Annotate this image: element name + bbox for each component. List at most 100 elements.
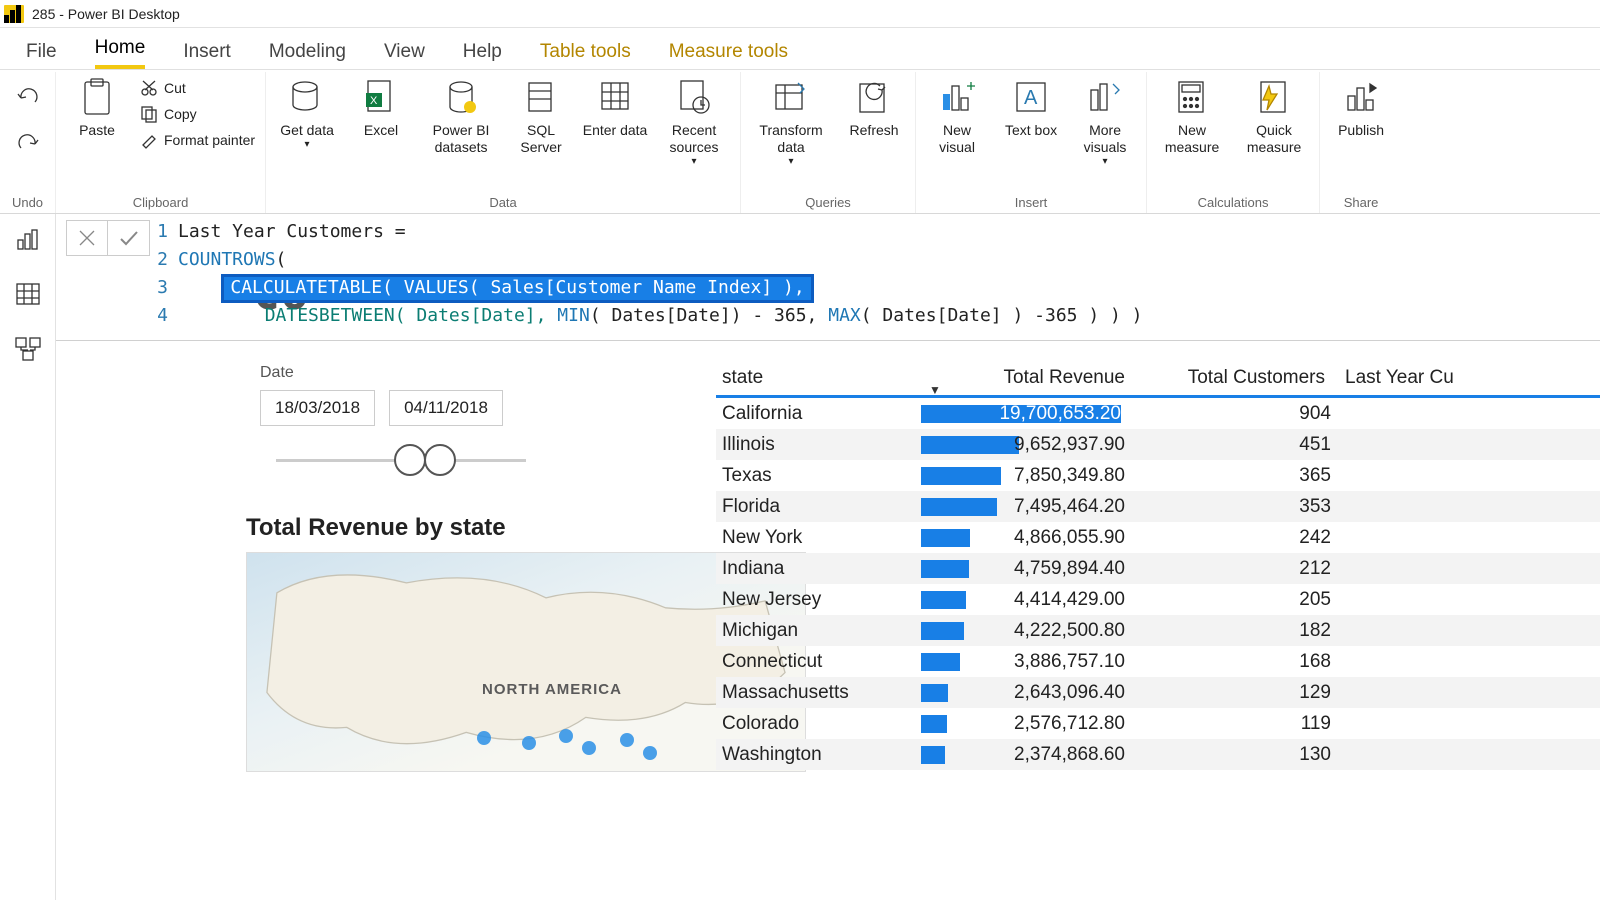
sql-server-button[interactable]: SQL Server [508, 78, 574, 156]
table-row[interactable]: Illinois9,652,937.90451 [716, 429, 1600, 460]
slider-thumb-from[interactable] [394, 444, 426, 476]
table-row[interactable]: Indiana4,759,894.40212 [716, 553, 1600, 584]
tab-file[interactable]: File [26, 41, 57, 69]
redo-icon[interactable] [15, 134, 41, 156]
map-bubble[interactable] [477, 731, 491, 745]
recent-sources-button[interactable]: Recent sources▾ [656, 78, 732, 168]
tab-table-tools[interactable]: Table tools [540, 41, 631, 69]
format-painter-label: Format painter [164, 132, 255, 148]
tab-measure-tools[interactable]: Measure tools [669, 41, 788, 69]
slider-thumb-to[interactable] [424, 444, 456, 476]
formula-line-1: Last Year Customers = [178, 218, 406, 246]
new-measure-button[interactable]: New measure [1155, 78, 1229, 156]
more-visuals-button[interactable]: More visuals▾ [1072, 78, 1138, 168]
cell-state: Illinois [716, 434, 921, 456]
refresh-button[interactable]: Refresh [841, 78, 907, 139]
undo-label: Undo [12, 195, 43, 213]
tab-insert[interactable]: Insert [183, 41, 231, 69]
formula-max: MAX [828, 305, 861, 326]
cell-state: Texas [716, 465, 921, 487]
table-row[interactable]: Massachusetts2,643,096.40129 [716, 677, 1600, 708]
database-icon [288, 79, 326, 117]
model-view-icon[interactable] [14, 336, 42, 362]
grid-icon [598, 79, 632, 117]
tab-help[interactable]: Help [463, 41, 502, 69]
chart-plus-icon [939, 80, 975, 116]
map-bubble[interactable] [582, 741, 596, 755]
revenue-bar [921, 591, 966, 609]
format-painter-button[interactable]: Format painter [138, 130, 257, 150]
cell-customers: 365 [1131, 465, 1331, 487]
new-visual-label: New visual [924, 122, 990, 156]
cell-state: Michigan [716, 620, 921, 642]
revenue-bar [921, 436, 1019, 454]
tab-view[interactable]: View [384, 41, 425, 69]
tab-home[interactable]: Home [95, 37, 146, 69]
col-revenue[interactable]: Total Revenue ▼ [921, 364, 1131, 395]
table-row[interactable]: Texas7,850,349.80365 [716, 460, 1600, 491]
tab-modeling[interactable]: Modeling [269, 41, 346, 69]
more-visuals-icon [1087, 80, 1123, 116]
cell-revenue: 19,700,653.20 [921, 403, 1131, 425]
col-last-year[interactable]: Last Year Cu [1331, 364, 1600, 395]
brush-icon [140, 131, 158, 149]
table-row[interactable]: California19,700,653.20904 [716, 398, 1600, 429]
date-from-input[interactable]: 18/03/2018 [260, 390, 375, 426]
revenue-table[interactable]: state Total Revenue ▼ Total Customers Las… [716, 364, 1600, 770]
paste-button[interactable]: Paste [64, 78, 130, 139]
quick-measure-button[interactable]: Quick measure [1237, 78, 1311, 156]
table-row[interactable]: Washington2,374,868.60130 [716, 739, 1600, 770]
publish-button[interactable]: Publish [1328, 78, 1394, 139]
cell-customers: 353 [1131, 496, 1331, 518]
table-row[interactable]: Connecticut3,886,757.10168 [716, 646, 1600, 677]
cell-customers: 205 [1131, 589, 1331, 611]
cell-revenue: 7,850,349.80 [921, 465, 1131, 487]
table-row[interactable]: New York4,866,055.90242 [716, 522, 1600, 553]
transform-data-button[interactable]: Transform data▾ [749, 78, 833, 168]
group-data-label: Data [489, 195, 516, 213]
revenue-bar [921, 498, 997, 516]
date-to-input[interactable]: 04/11/2018 [389, 390, 503, 426]
col-revenue-label: Total Revenue [1004, 367, 1125, 388]
new-visual-button[interactable]: New visual [924, 78, 990, 156]
table-row[interactable]: New Jersey4,414,429.00205 [716, 584, 1600, 615]
text-box-button[interactable]: AText box [998, 78, 1064, 139]
table-row[interactable]: Florida7,495,464.20353 [716, 491, 1600, 522]
excel-label: Excel [364, 122, 398, 139]
col-customers[interactable]: Total Customers [1131, 364, 1331, 395]
enter-data-button[interactable]: Enter data [582, 78, 648, 139]
sort-desc-icon: ▼ [929, 383, 941, 397]
data-view-icon[interactable] [15, 282, 41, 306]
map-bubble[interactable] [522, 736, 536, 750]
quick-measure-label: Quick measure [1237, 122, 1311, 156]
table-row[interactable]: Colorado2,576,712.80119 [716, 708, 1600, 739]
excel-button[interactable]: XExcel [348, 78, 414, 139]
revenue-bar [921, 467, 1001, 485]
new-measure-label: New measure [1155, 122, 1229, 156]
formula-editor[interactable]: Co 1Last Year Customers = 2COUNTROWS( 3 … [156, 214, 1600, 340]
ribbon: Undo Paste Cut Copy Format painter Clipb… [0, 70, 1600, 214]
copy-label: Copy [164, 106, 197, 122]
revenue-bar [921, 653, 960, 671]
map-bubble[interactable] [559, 729, 573, 743]
sql-label: SQL Server [508, 122, 574, 156]
map-bubble[interactable] [643, 746, 657, 760]
formula-highlight: CALCULATETABLE( VALUES( Sales[Customer N… [221, 274, 813, 303]
get-data-button[interactable]: Get data▾ [274, 78, 340, 151]
pbi-datasets-button[interactable]: Power BI datasets [422, 78, 500, 156]
undo-icon[interactable] [15, 88, 41, 110]
recent-icon [677, 79, 711, 117]
copy-button[interactable]: Copy [138, 104, 257, 124]
table-row[interactable]: Michigan4,222,500.80182 [716, 615, 1600, 646]
date-slider[interactable] [276, 440, 526, 480]
formula-cancel-button[interactable] [66, 220, 108, 256]
col-state[interactable]: state [716, 364, 921, 395]
report-view-icon[interactable] [15, 228, 41, 252]
group-clipboard-label: Clipboard [133, 195, 189, 213]
cell-customers: 168 [1131, 651, 1331, 673]
revenue-bar [921, 622, 964, 640]
cell-state: Washington [716, 744, 921, 766]
cut-button[interactable]: Cut [138, 78, 257, 98]
map-bubble[interactable] [620, 733, 634, 747]
formula-commit-button[interactable] [108, 220, 150, 256]
